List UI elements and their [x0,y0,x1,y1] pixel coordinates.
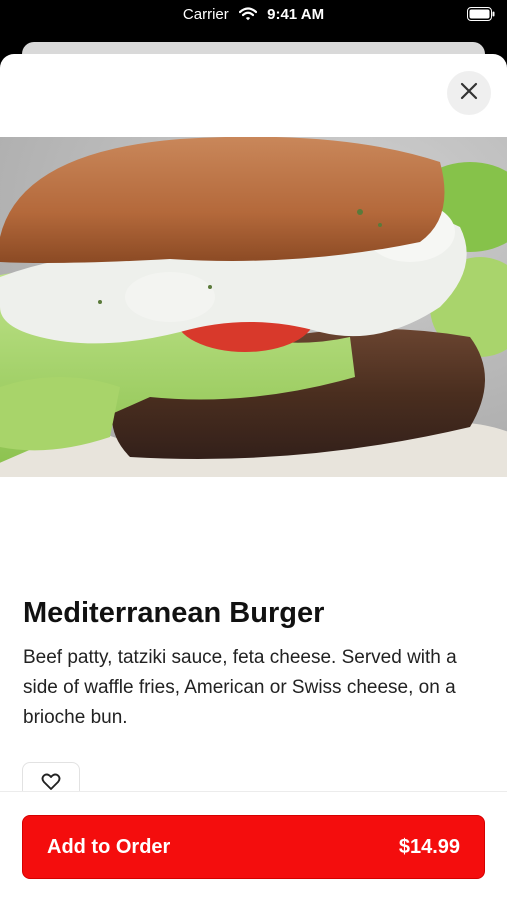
carrier-label: Carrier [182,6,229,23]
item-description: Beef patty, tatziki sauce, feta cheese. … [23,647,457,728]
order-price: $14.99 [398,835,460,858]
close-icon [460,82,478,105]
add-to-order-button[interactable]: Add to Order $14.99 [22,815,485,879]
status-bar: Carrier 9:41 AM [0,0,507,32]
item-title: Mediterranean Burger [23,597,325,629]
close-button[interactable] [447,71,491,115]
order-footer: Add to Order $14.99 [0,791,507,900]
item-photo [0,136,507,477]
item-detail-sheet: Mediterranean Burger Beef patty, tatziki… [0,54,507,900]
battery-icon [467,7,495,21]
add-to-order-label: Add to Order [47,835,171,858]
clock-time: 9:41 AM [267,6,325,23]
wifi-icon [238,7,258,25]
